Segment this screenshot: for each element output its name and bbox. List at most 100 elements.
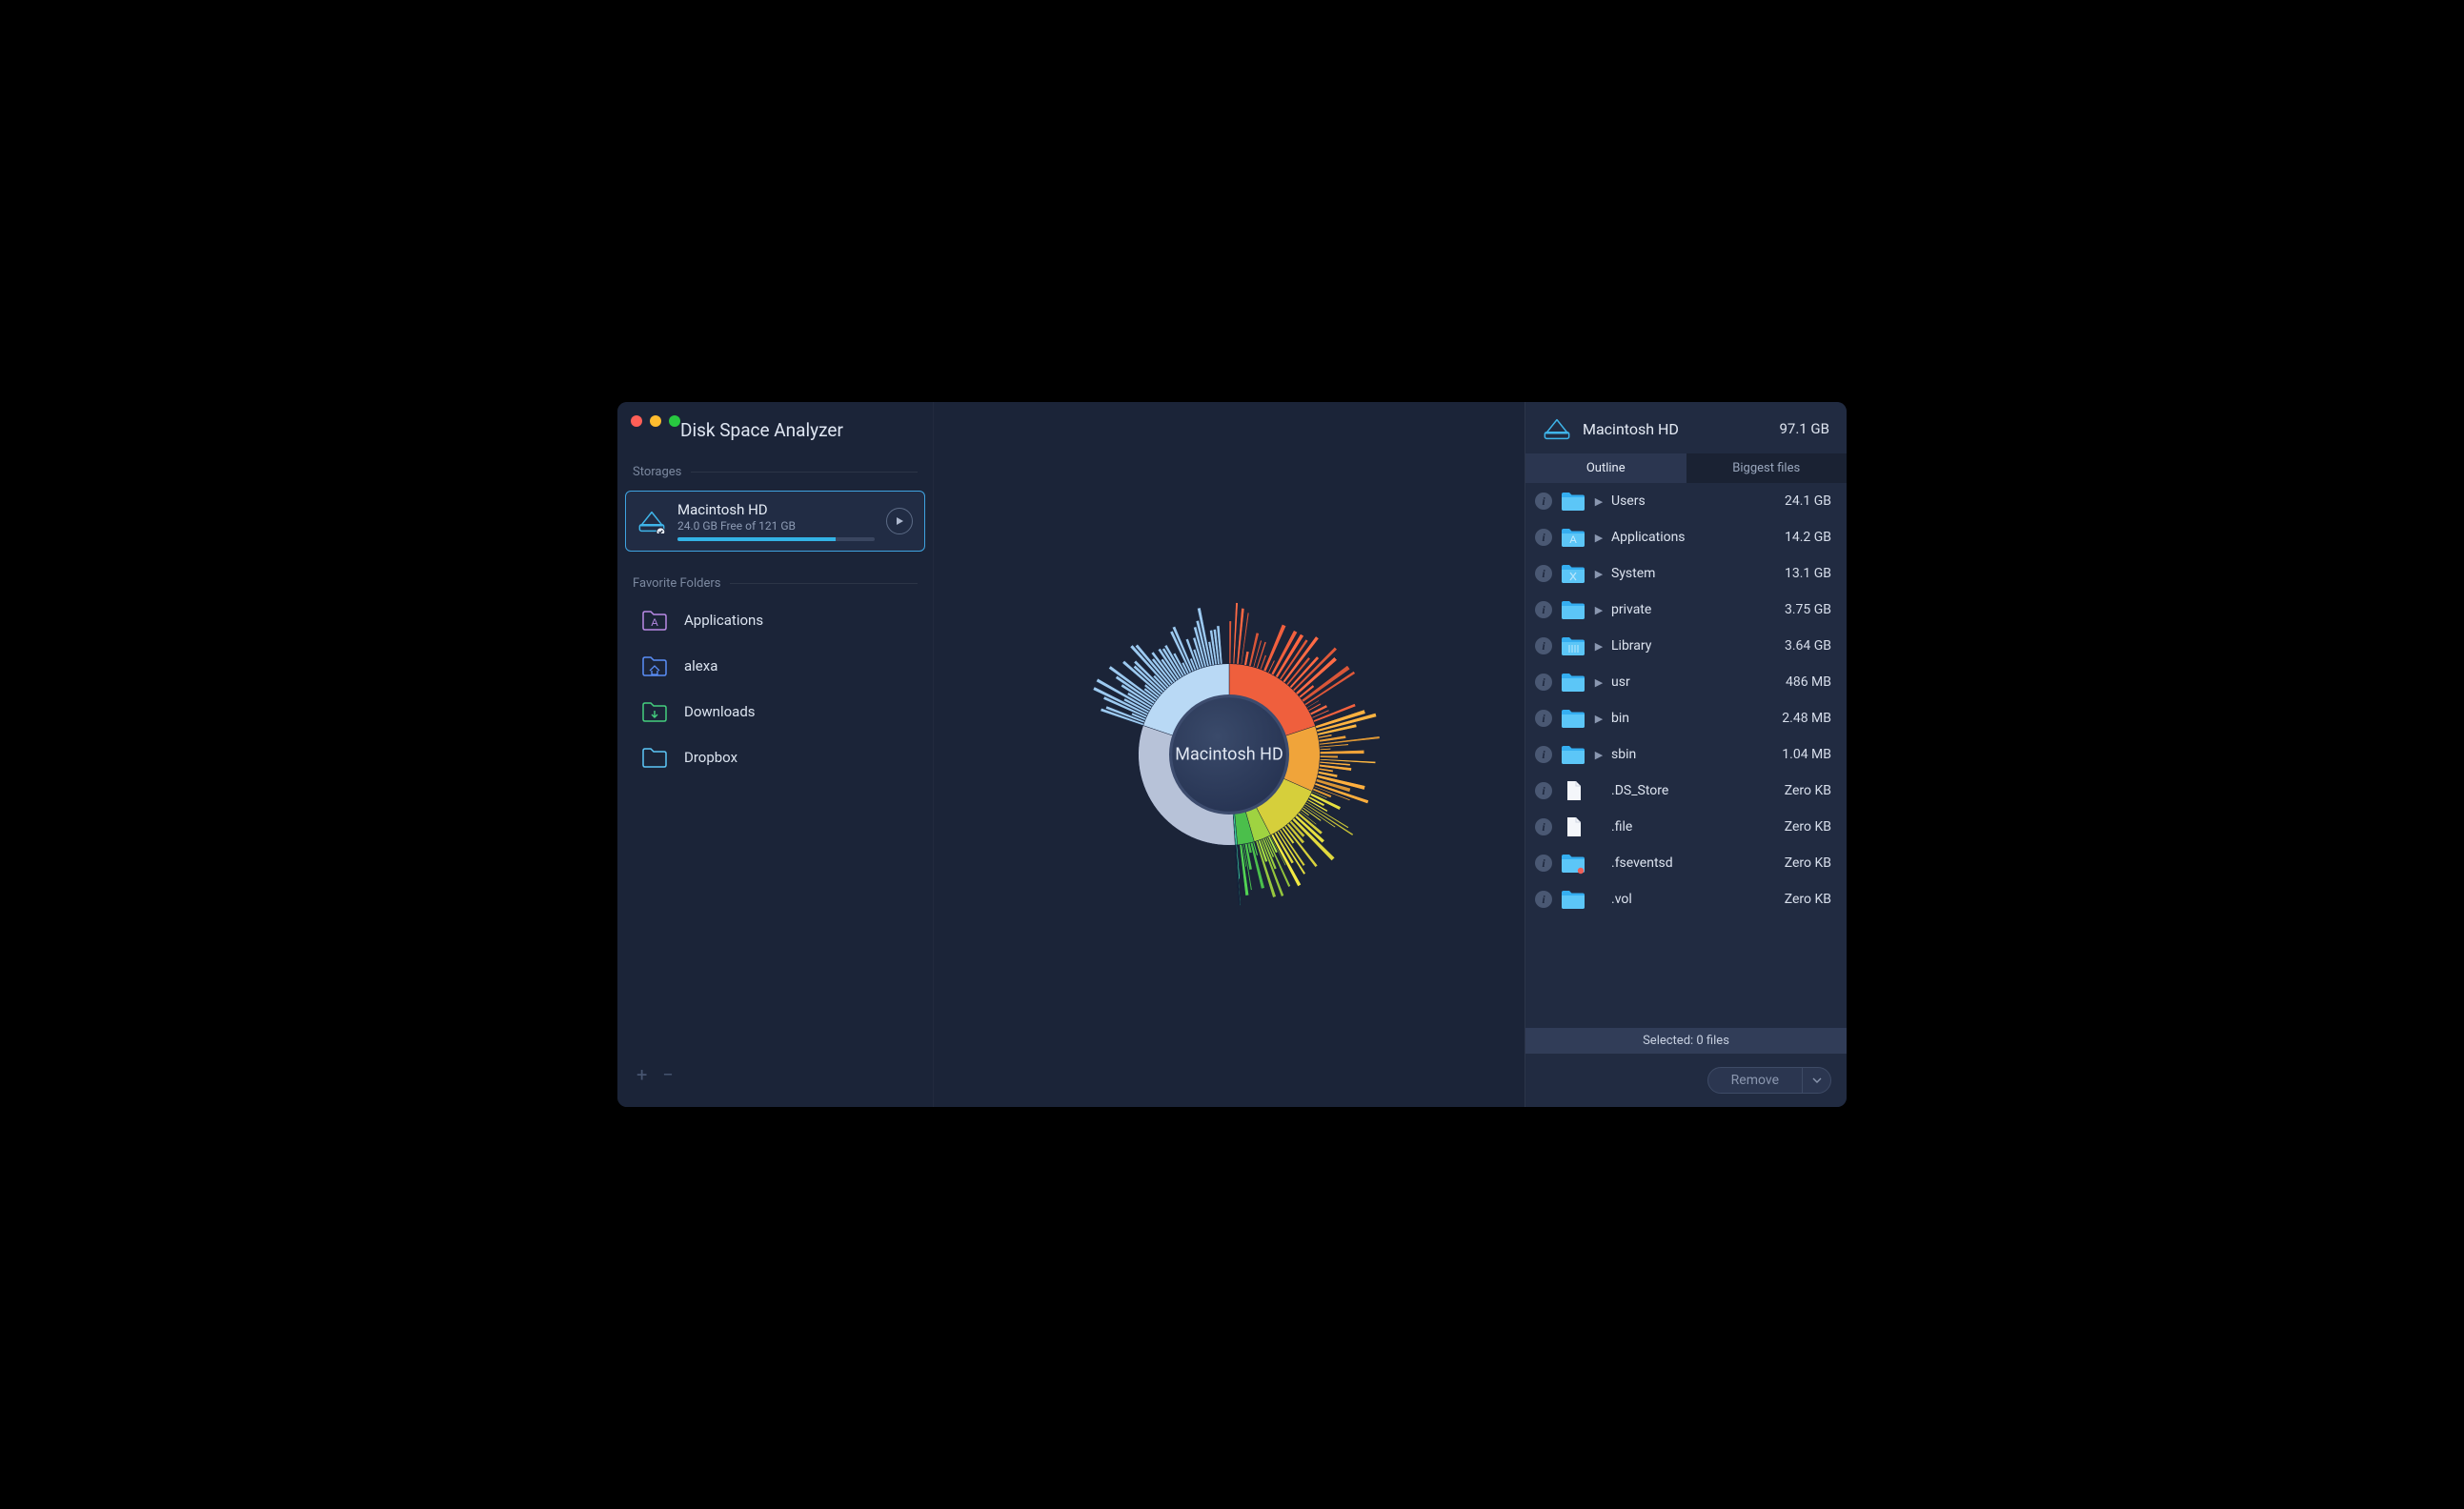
selection-status: Selected: 0 files — [1525, 1028, 1847, 1054]
file-row[interactable]: i .fseventsd Zero KB — [1525, 845, 1847, 881]
right-header: Macintosh HD 97.1 GB — [1525, 402, 1847, 453]
file-size: 1.04 MB — [1782, 747, 1831, 762]
folder-icon — [1560, 671, 1586, 694]
disclosure-triangle-icon[interactable]: ▶ — [1594, 604, 1604, 616]
minimize-icon[interactable] — [650, 415, 661, 427]
file-row[interactable]: i A ▶ Applications 14.2 GB — [1525, 519, 1847, 555]
svg-text:A: A — [1569, 534, 1577, 546]
file-size: Zero KB — [1785, 855, 1831, 871]
info-icon[interactable]: i — [1535, 891, 1552, 908]
storage-name: Macintosh HD — [677, 501, 875, 518]
sunburst-chart[interactable]: Macintosh HD — [1029, 554, 1429, 955]
file-row[interactable]: i ▶ Library 3.64 GB — [1525, 628, 1847, 664]
info-icon[interactable]: i — [1535, 529, 1552, 546]
file-name: private — [1611, 602, 1777, 617]
info-icon[interactable]: i — [1535, 710, 1552, 727]
section-storages-label: Storages — [633, 465, 681, 479]
file-name: System — [1611, 566, 1777, 581]
storage-item-macintosh-hd[interactable]: Macintosh HD 24.0 GB Free of 121 GB — [625, 491, 925, 552]
section-favorites: Favorite Folders — [617, 559, 933, 596]
file-size: 14.2 GB — [1785, 530, 1831, 545]
file-name: Library — [1611, 638, 1777, 654]
file-size: Zero KB — [1785, 892, 1831, 907]
folder-icon — [1560, 598, 1586, 621]
file-name: bin — [1611, 711, 1774, 726]
file-row[interactable]: i .vol Zero KB — [1525, 881, 1847, 917]
disk-icon — [637, 509, 666, 533]
file-size: 13.1 GB — [1785, 566, 1831, 581]
file-row[interactable]: i ▶ private 3.75 GB — [1525, 592, 1847, 628]
info-icon[interactable]: i — [1535, 565, 1552, 582]
info-icon[interactable]: i — [1535, 782, 1552, 799]
add-favorite-button[interactable]: + — [636, 1063, 647, 1086]
file-name: Users — [1611, 493, 1777, 509]
file-row[interactable]: i ▶ sbin 1.04 MB — [1525, 736, 1847, 773]
tab-outline[interactable]: Outline — [1525, 453, 1686, 483]
file-name: Applications — [1611, 530, 1777, 545]
storage-subtitle: 24.0 GB Free of 121 GB — [677, 519, 875, 533]
file-name: sbin — [1611, 747, 1774, 762]
close-icon[interactable] — [631, 415, 642, 427]
file-icon — [1560, 779, 1586, 802]
file-size: Zero KB — [1785, 819, 1831, 835]
favorite-label: alexa — [684, 657, 717, 674]
rescan-button[interactable] — [886, 508, 913, 534]
sidebar: Disk Space Analyzer Storages Macintosh H… — [617, 402, 934, 1107]
favorite-label: Dropbox — [684, 749, 737, 766]
folder-icon — [640, 745, 669, 770]
tab-biggest-files[interactable]: Biggest files — [1686, 453, 1848, 483]
downloads-icon — [640, 699, 669, 724]
file-list[interactable]: i ▶ Users 24.1 GB i A ▶ Applications 14.… — [1525, 483, 1847, 1028]
tabs: Outline Biggest files — [1525, 453, 1847, 483]
favorite-item-dropbox[interactable]: Dropbox — [625, 735, 925, 779]
disclosure-triangle-icon[interactable]: ▶ — [1594, 532, 1604, 544]
info-icon[interactable]: i — [1535, 746, 1552, 763]
storage-usage-bar — [677, 537, 875, 541]
right-title: Macintosh HD — [1583, 420, 1767, 438]
file-row[interactable]: i ▶ usr 486 MB — [1525, 664, 1847, 700]
disclosure-triangle-icon[interactable]: ▶ — [1594, 676, 1604, 689]
applications-icon: A — [640, 608, 669, 633]
disclosure-triangle-icon[interactable]: ▶ — [1594, 713, 1604, 725]
file-size: 24.1 GB — [1785, 493, 1831, 509]
info-icon[interactable]: i — [1535, 493, 1552, 510]
file-name: .DS_Store — [1611, 783, 1777, 798]
section-favorites-label: Favorite Folders — [633, 576, 720, 591]
disk-icon — [1543, 415, 1571, 442]
favorite-item-applications[interactable]: A Applications — [625, 598, 925, 642]
disclosure-triangle-icon[interactable]: ▶ — [1594, 495, 1604, 508]
center-area: Macintosh HD — [934, 402, 1525, 1107]
disclosure-triangle-icon[interactable]: ▶ — [1594, 568, 1604, 580]
info-icon[interactable]: i — [1535, 637, 1552, 654]
file-row[interactable]: i ▶ bin 2.48 MB — [1525, 700, 1847, 736]
disclosure-triangle-icon[interactable]: ▶ — [1594, 640, 1604, 653]
file-name: .vol — [1611, 892, 1777, 907]
remove-button-label: Remove — [1708, 1068, 1802, 1093]
file-icon — [1560, 815, 1586, 838]
info-icon[interactable]: i — [1535, 674, 1552, 691]
folder-icon — [1560, 888, 1586, 911]
remove-dropdown-button[interactable] — [1802, 1068, 1830, 1093]
disclosure-triangle-icon[interactable]: ▶ — [1594, 749, 1604, 761]
info-icon[interactable]: i — [1535, 818, 1552, 835]
info-icon[interactable]: i — [1535, 855, 1552, 872]
svg-text:A: A — [651, 617, 658, 629]
file-size: 3.75 GB — [1785, 602, 1831, 617]
file-name: .file — [1611, 819, 1777, 835]
zoom-icon[interactable] — [669, 415, 680, 427]
file-row[interactable]: i .DS_Store Zero KB — [1525, 773, 1847, 809]
play-icon — [895, 516, 904, 526]
file-size: Zero KB — [1785, 783, 1831, 798]
chevron-down-icon — [1812, 1077, 1822, 1083]
info-icon[interactable]: i — [1535, 601, 1552, 618]
right-footer: Remove — [1525, 1054, 1847, 1107]
remove-button[interactable]: Remove — [1707, 1067, 1831, 1094]
favorite-item-downloads[interactable]: Downloads — [625, 690, 925, 734]
file-row[interactable]: i .file Zero KB — [1525, 809, 1847, 845]
file-row[interactable]: i ▶ Users 24.1 GB — [1525, 483, 1847, 519]
system-icon — [1560, 562, 1586, 585]
remove-favorite-button[interactable]: − — [662, 1063, 673, 1086]
file-row[interactable]: i ▶ System 13.1 GB — [1525, 555, 1847, 592]
file-size: 2.48 MB — [1782, 711, 1831, 726]
favorite-item-alexa[interactable]: alexa — [625, 644, 925, 688]
